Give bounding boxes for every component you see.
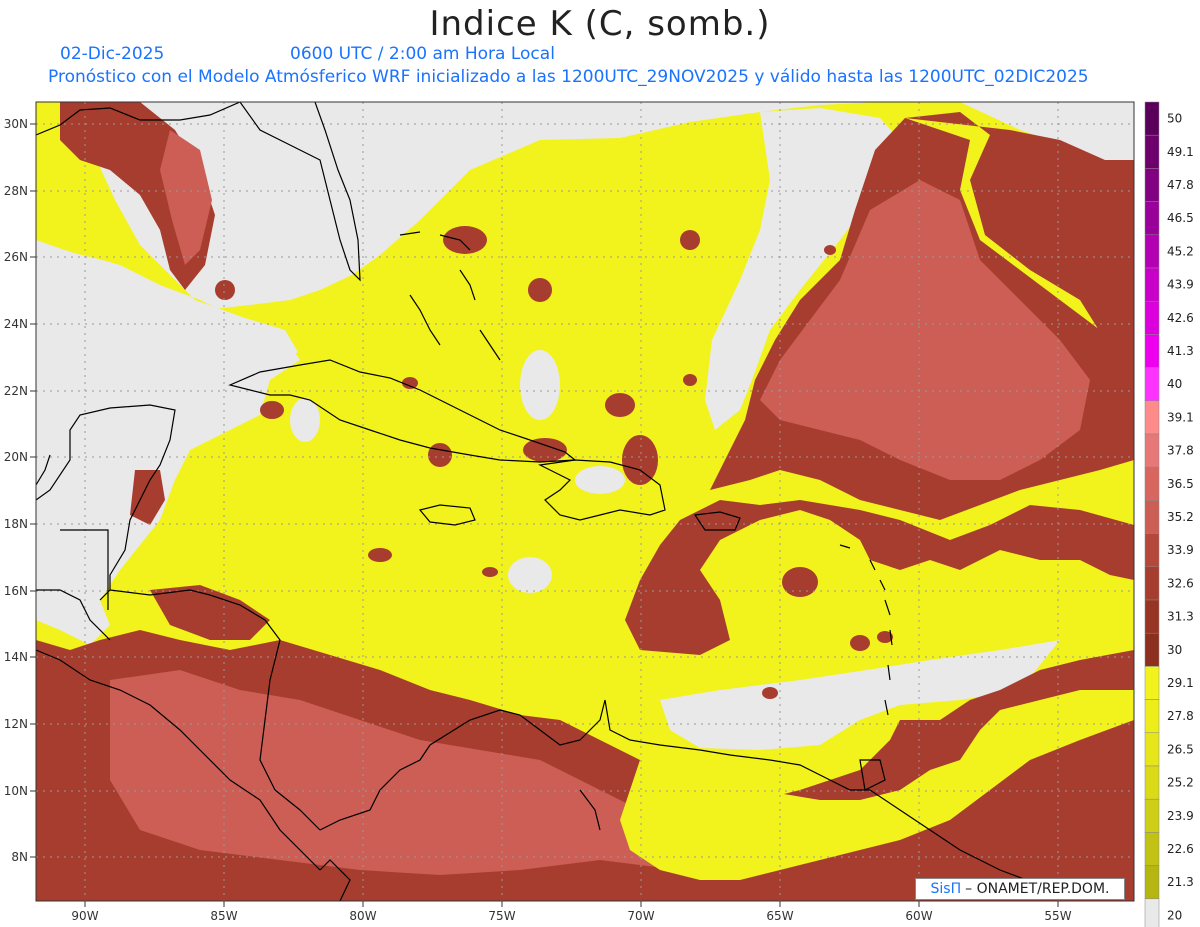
legend-swatch xyxy=(1144,367,1160,402)
lat-label: 22N xyxy=(4,384,28,398)
latitude-labels: 30N 28N 26N 24N 22N 20N 18N 16N 14N 12N … xyxy=(4,117,28,864)
legend-swatch xyxy=(1144,466,1160,501)
legend-label: 47.8 xyxy=(1167,178,1194,192)
legend-swatch xyxy=(1144,334,1160,368)
legend-swatch xyxy=(1144,134,1160,169)
legend-swatch xyxy=(1144,500,1160,534)
legend-label: 46.5 xyxy=(1167,211,1194,225)
color-legend: 50 49.1 47.8 46.5 45.2 43.9 42.6 41.3 40 39.1 37.8… xyxy=(1144,101,1194,927)
legend-swatch xyxy=(1144,433,1160,468)
legend-swatch xyxy=(1144,566,1160,601)
legend-swatch xyxy=(1144,599,1160,634)
legend-swatch xyxy=(1144,168,1160,202)
legend-label: 32.6 xyxy=(1167,576,1194,590)
lat-label: 18N xyxy=(4,517,28,531)
legend-label: 25.2 xyxy=(1167,776,1194,790)
legend-label: 27.8 xyxy=(1167,709,1194,723)
lat-label: 8N xyxy=(11,850,28,864)
legend-label: 49.1 xyxy=(1167,145,1194,159)
lon-label: 85W xyxy=(210,909,237,923)
lat-label: 30N xyxy=(4,117,28,131)
lat-label: 20N xyxy=(4,450,28,464)
lon-label: 75W xyxy=(488,909,515,923)
legend-label: 41.3 xyxy=(1167,344,1194,358)
legend-swatch xyxy=(1144,533,1160,568)
credit-box: SisΠ – ONAMET/REP.DOM. xyxy=(915,878,1125,900)
legend-label: 45.2 xyxy=(1167,244,1194,258)
legend-label: 35.2 xyxy=(1167,510,1194,524)
lat-label: 16N xyxy=(4,584,28,598)
lat-label: 24N xyxy=(4,317,28,331)
legend-swatch xyxy=(1144,765,1160,800)
legend-label: 22.6 xyxy=(1167,842,1194,856)
sispi-logo: SisΠ xyxy=(930,881,962,897)
legend-swatch xyxy=(1144,666,1160,700)
legend-label: 40 xyxy=(1167,377,1182,391)
legend-label: 42.6 xyxy=(1167,311,1194,325)
lon-label: 55W xyxy=(1044,909,1071,923)
legend-label: 43.9 xyxy=(1167,278,1194,292)
lat-label: 28N xyxy=(4,184,28,198)
lon-label: 60W xyxy=(905,909,932,923)
legend-swatch xyxy=(1144,732,1160,767)
legend-label: 36.5 xyxy=(1167,477,1194,491)
lon-label: 70W xyxy=(627,909,654,923)
legend-label: 23.9 xyxy=(1167,809,1194,823)
legend-swatch xyxy=(1144,267,1160,302)
legend-swatch xyxy=(1144,798,1160,833)
legend-swatch xyxy=(1144,865,1160,900)
credit-text: – ONAMET/REP.DOM. xyxy=(965,881,1110,897)
legend-swatch xyxy=(1144,201,1160,236)
legend-label: 31.3 xyxy=(1167,610,1194,624)
lat-label: 12N xyxy=(4,717,28,731)
legend-label: 30 xyxy=(1167,643,1182,657)
legend-swatch xyxy=(1144,632,1160,667)
legend-label: 20 xyxy=(1167,908,1182,922)
legend-label: 33.9 xyxy=(1167,543,1194,557)
lon-label: 80W xyxy=(349,909,376,923)
legend-swatch xyxy=(1144,898,1160,927)
lat-label: 26N xyxy=(4,250,28,264)
legend-swatch xyxy=(1144,400,1160,435)
longitude-labels: 90W 85W 80W 75W 70W 65W 60W 55W xyxy=(71,909,1071,923)
lon-label: 90W xyxy=(71,909,98,923)
legend-swatch xyxy=(1144,699,1160,734)
legend-swatch xyxy=(1144,300,1160,335)
legend-label: 29.1 xyxy=(1167,676,1194,690)
legend-swatch xyxy=(1144,101,1160,136)
legend-label: 50 xyxy=(1167,112,1182,126)
lon-label: 65W xyxy=(766,909,793,923)
legend-swatch xyxy=(1144,234,1160,269)
legend-label: 26.5 xyxy=(1167,742,1194,756)
legend-label: 21.3 xyxy=(1167,875,1194,889)
legend-label: 37.8 xyxy=(1167,444,1194,458)
lat-label: 10N xyxy=(4,784,28,798)
lat-label: 14N xyxy=(4,650,28,664)
map-figure: 90W 85W 80W 75W 70W 65W 60W 55W 30N 28N … xyxy=(4,101,1194,927)
map-field xyxy=(36,102,1134,901)
legend-label: 39.1 xyxy=(1167,410,1194,424)
legend-swatch xyxy=(1144,832,1160,866)
